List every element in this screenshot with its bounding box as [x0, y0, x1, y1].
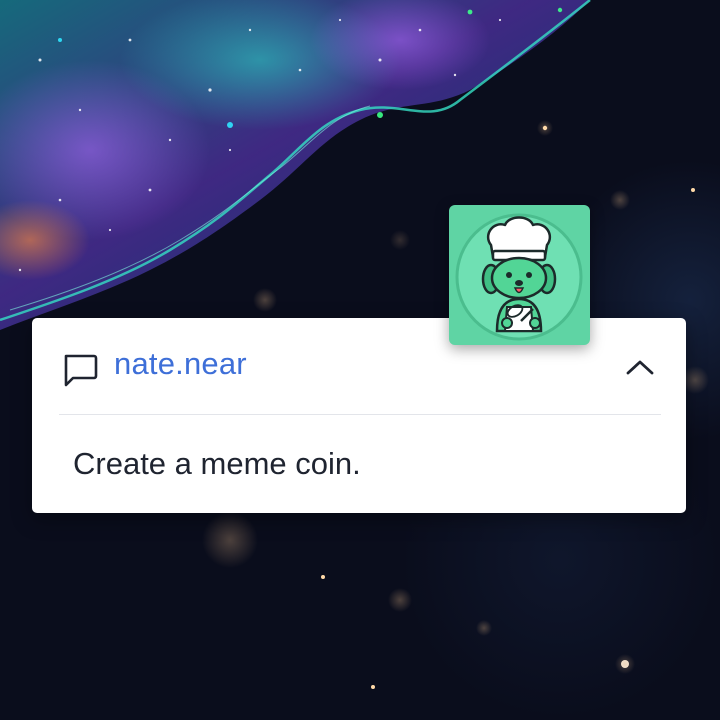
message-text: Create a meme coin. [73, 446, 361, 481]
divider [59, 414, 661, 415]
chat-bubble-icon [64, 354, 98, 387]
author-link[interactable]: nate.near [114, 344, 247, 384]
chef-dog-avatar [449, 205, 590, 345]
chevron-up-icon[interactable] [620, 351, 660, 385]
screen: nate.near Create a meme coin. [0, 0, 720, 720]
message-card: nate.near Create a meme coin. [32, 318, 686, 513]
